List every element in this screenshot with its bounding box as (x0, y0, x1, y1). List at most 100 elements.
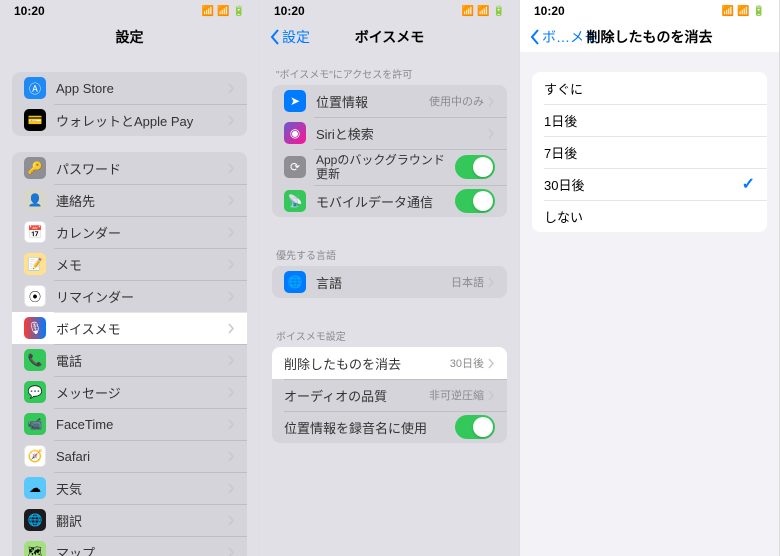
nav-bar: 設定 ボイスメモ (260, 22, 519, 52)
row-phone[interactable]: 📞 電話 (12, 344, 247, 376)
row-value: 日本語 (451, 274, 484, 290)
row-label: 位置情報 (316, 92, 429, 111)
status-time: 10:20 (534, 4, 565, 18)
chevron-left-icon (270, 29, 280, 45)
option-1day[interactable]: 1日後 (532, 104, 767, 136)
section-header: "ボイスメモ"にアクセスを許可 (260, 52, 519, 85)
toggle-switch[interactable] (455, 415, 495, 439)
row-label: モバイルデータ通信 (316, 192, 455, 211)
row-label: すぐに (544, 79, 755, 98)
page-title: 削除したものを消去 (587, 27, 713, 47)
row-weather[interactable]: ☁ 天気 (12, 472, 247, 504)
chevron-right-icon (228, 451, 235, 462)
row-value: 非可逆圧縮 (429, 387, 484, 403)
language-icon: 🌐 (284, 271, 306, 293)
row-notes[interactable]: 📝 メモ (12, 248, 247, 280)
page-title: 設定 (116, 27, 144, 47)
row-mobile-data[interactable]: 📡 モバイルデータ通信 (272, 185, 507, 217)
toggle-switch[interactable] (455, 189, 495, 213)
row-label: FaceTime (56, 417, 228, 432)
row-label: カレンダー (56, 223, 228, 242)
row-calendar[interactable]: 📅 カレンダー (12, 216, 247, 248)
chevron-right-icon (228, 227, 235, 238)
row-language[interactable]: 🌐 言語 日本語 (272, 266, 507, 298)
row-label: Appのバックグラウンド更新 (316, 153, 455, 182)
row-label: 連絡先 (56, 191, 228, 210)
nav-bar: 設定 (0, 22, 259, 52)
nav-bar: ボ…メモ 削除したものを消去 (520, 22, 779, 52)
chevron-left-icon (530, 29, 540, 45)
phone-icon: 📞 (24, 349, 46, 371)
row-messages[interactable]: 💬 メッセージ (12, 376, 247, 408)
row-label: App Store (56, 81, 228, 96)
contacts-icon: 👤 (24, 189, 46, 211)
row-contacts[interactable]: 👤 連絡先 (12, 184, 247, 216)
option-30days[interactable]: 30日後 ✓ (532, 168, 767, 200)
clear-deleted-screen: 10:20 📶 📶 🔋 ボ…メモ 削除したものを消去 すぐに 1日後 7日後 3… (520, 0, 780, 556)
row-audio-quality[interactable]: オーディオの品質 非可逆圧縮 (272, 379, 507, 411)
siri-icon: ◉ (284, 122, 306, 144)
row-label: 電話 (56, 351, 228, 370)
row-maps[interactable]: 🗺 マップ (12, 536, 247, 556)
appstore-icon: Ⓐ (24, 77, 46, 99)
row-voicememo[interactable]: 🎙 ボイスメモ (12, 312, 247, 344)
chevron-right-icon (228, 83, 235, 94)
toggle-switch[interactable] (455, 155, 495, 179)
access-group: ➤ 位置情報 使用中のみ ◉ Siriと検索 ⟳ Appのバックグラウンド更新 … (272, 85, 507, 217)
safari-icon: 🧭 (24, 445, 46, 467)
password-icon: 🔑 (24, 157, 46, 179)
chevron-right-icon (488, 358, 495, 369)
option-7days[interactable]: 7日後 (532, 136, 767, 168)
row-reminders[interactable]: ⦿ リマインダー (12, 280, 247, 312)
voicememo-settings-group: 削除したものを消去 30日後 オーディオの品質 非可逆圧縮 位置情報を録音名に使… (272, 347, 507, 443)
maps-icon: 🗺 (24, 541, 46, 556)
row-clear-deleted[interactable]: 削除したものを消去 30日後 (272, 347, 507, 379)
option-never[interactable]: しない (532, 200, 767, 232)
voicememo-settings-screen: 10:20 📶 📶 🔋 設定 ボイスメモ "ボイスメモ"にアクセスを許可 ➤ 位… (260, 0, 520, 556)
chevron-right-icon (228, 355, 235, 366)
wallet-icon: 💳 (24, 109, 46, 131)
row-location-name[interactable]: 位置情報を録音名に使用 (272, 411, 507, 443)
row-safari[interactable]: 🧭 Safari (12, 440, 247, 472)
row-label: オーディオの品質 (284, 386, 429, 405)
row-wallet[interactable]: 💳 ウォレットとApple Pay (12, 104, 247, 136)
row-background-refresh[interactable]: ⟳ Appのバックグラウンド更新 (272, 149, 507, 185)
chevron-right-icon (228, 195, 235, 206)
battery-icon: 🔋 (753, 6, 765, 17)
mobiledata-icon: 📡 (284, 190, 306, 212)
row-facetime[interactable]: 📹 FaceTime (12, 408, 247, 440)
weather-icon: ☁ (24, 477, 46, 499)
voicememo-icon: 🎙 (24, 317, 46, 339)
status-bar: 10:20 📶 📶 🔋 (520, 0, 779, 22)
row-appstore[interactable]: Ⓐ App Store (12, 72, 247, 104)
option-immediately[interactable]: すぐに (532, 72, 767, 104)
row-label: パスワード (56, 159, 228, 178)
row-label: 30日後 (544, 175, 742, 194)
row-location[interactable]: ➤ 位置情報 使用中のみ (272, 85, 507, 117)
chevron-right-icon (228, 115, 235, 126)
row-label: Safari (56, 449, 228, 464)
row-translate[interactable]: 🌐 翻訳 (12, 504, 247, 536)
check-icon: ✓ (742, 174, 755, 194)
chevron-right-icon (228, 547, 235, 556)
row-siri[interactable]: ◉ Siriと検索 (272, 117, 507, 149)
row-passwords[interactable]: 🔑 パスワード (12, 152, 247, 184)
chevron-right-icon (228, 259, 235, 270)
row-label: 位置情報を録音名に使用 (284, 418, 455, 437)
settings-screen: 10:20 📶 📶 🔋 設定 Ⓐ App Store 💳 ウォレットとApple… (0, 0, 260, 556)
section-header: ボイスメモ設定 (260, 314, 519, 347)
row-label: Siriと検索 (316, 124, 488, 143)
back-label: 設定 (282, 27, 310, 47)
facetime-icon: 📹 (24, 413, 46, 435)
chevron-right-icon (488, 96, 495, 107)
status-bar: 10:20 📶 📶 🔋 (260, 0, 519, 22)
chevron-right-icon (488, 277, 495, 288)
row-label: マップ (56, 543, 228, 556)
section-header: 優先する言語 (260, 233, 519, 266)
signal-icon: 📶 (462, 6, 474, 17)
back-button[interactable]: 設定 (270, 27, 310, 47)
page-title: ボイスメモ (355, 27, 425, 47)
language-group: 🌐 言語 日本語 (272, 266, 507, 298)
row-label: ウォレットとApple Pay (56, 111, 228, 130)
notes-icon: 📝 (24, 253, 46, 275)
